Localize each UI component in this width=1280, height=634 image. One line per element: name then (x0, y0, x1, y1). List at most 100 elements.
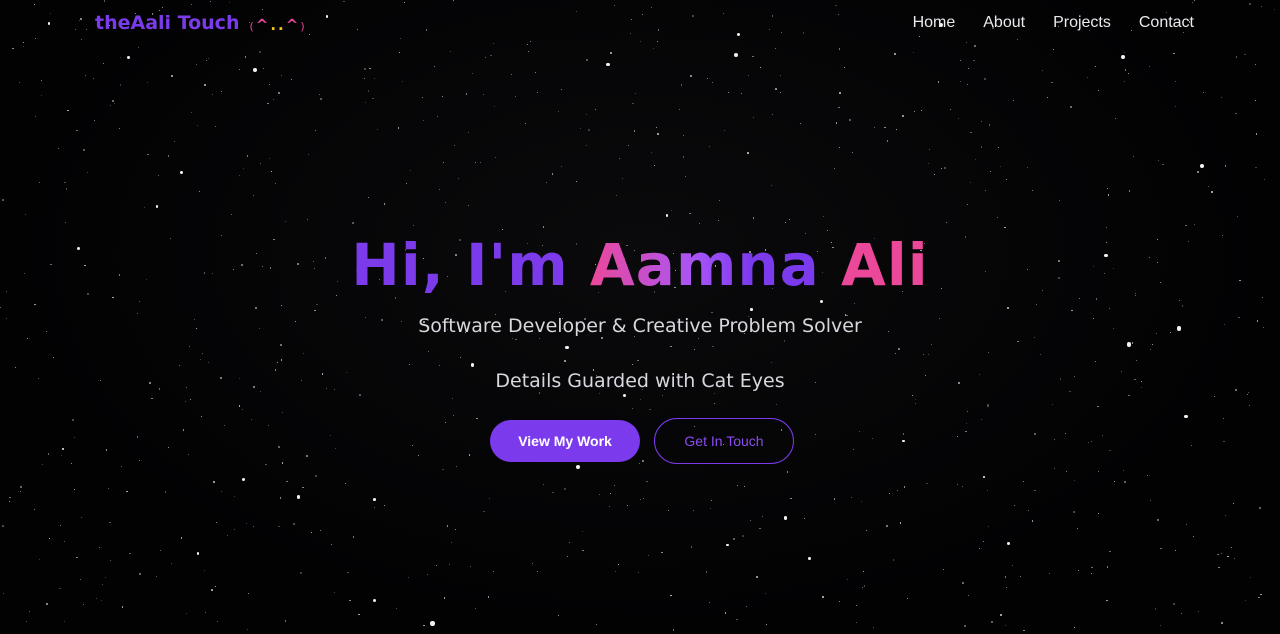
cta-buttons: View My Work Get In Touch (0, 418, 1280, 464)
star (1185, 524, 1187, 526)
star (839, 146, 840, 148)
star (2, 592, 5, 594)
cat-face-icon: (^..^) (249, 16, 306, 34)
star (206, 59, 207, 61)
star (1012, 564, 1013, 566)
nav-link-projects[interactable]: Projects (1053, 14, 1111, 32)
star (198, 190, 200, 192)
star (268, 84, 270, 86)
star (38, 182, 40, 184)
star (670, 594, 672, 597)
star (307, 154, 309, 156)
star (949, 108, 952, 111)
star (708, 601, 711, 603)
star (961, 486, 963, 487)
nav-link-about[interactable]: About (983, 14, 1025, 32)
star (118, 127, 121, 130)
nav-link-home[interactable]: Home (913, 14, 956, 32)
star (443, 597, 446, 599)
star (1255, 133, 1257, 135)
star (855, 605, 857, 607)
star (433, 66, 435, 68)
star (277, 525, 280, 528)
view-my-work-button[interactable]: View My Work (490, 420, 640, 462)
star (1065, 470, 1068, 473)
star (944, 167, 946, 169)
star (634, 93, 637, 95)
star (959, 60, 961, 62)
star (1235, 56, 1237, 58)
star (330, 544, 332, 545)
star (1046, 96, 1049, 99)
star (536, 92, 538, 93)
star (372, 98, 374, 100)
star (771, 113, 773, 115)
star (726, 543, 729, 547)
star (33, 508, 35, 510)
star (1255, 166, 1257, 169)
star (560, 88, 562, 90)
star (1005, 179, 1008, 181)
star (904, 486, 906, 488)
star (1124, 481, 1126, 483)
nav-link-contact[interactable]: Contact (1139, 14, 1194, 32)
star (928, 148, 930, 150)
star (215, 521, 217, 523)
star (469, 565, 471, 567)
star (109, 559, 112, 561)
star (1077, 527, 1079, 529)
star (894, 53, 896, 55)
star (83, 149, 85, 151)
star (248, 593, 249, 595)
star (465, 93, 468, 95)
star (839, 92, 841, 94)
star (991, 621, 993, 623)
star (63, 541, 65, 543)
star (999, 166, 1002, 168)
star (458, 178, 460, 180)
star (74, 488, 75, 490)
star (967, 203, 968, 205)
star (884, 126, 886, 129)
star (608, 505, 610, 507)
star (384, 504, 385, 506)
logo[interactable]: theAali Touch (^..^) (95, 12, 307, 34)
star (967, 67, 970, 70)
star (552, 491, 554, 494)
star (1073, 626, 1075, 628)
star (975, 158, 976, 160)
star (753, 116, 755, 118)
star (933, 173, 935, 175)
get-in-touch-button[interactable]: Get In Touch (654, 418, 794, 464)
star (318, 93, 320, 95)
star (1236, 215, 1238, 218)
star (1106, 187, 1109, 190)
star (483, 510, 485, 513)
star (348, 599, 351, 602)
star (966, 84, 968, 86)
star (1124, 52, 1125, 53)
star (595, 624, 597, 625)
hero-greeting: Hi, I'm (351, 231, 569, 299)
star (472, 72, 474, 75)
star (233, 529, 235, 531)
star (551, 173, 554, 175)
star (1032, 520, 1034, 522)
star (673, 629, 675, 631)
star (143, 206, 145, 208)
star (423, 120, 425, 122)
star (426, 573, 428, 576)
star (319, 529, 321, 531)
star (1259, 507, 1261, 509)
star (863, 585, 866, 588)
star (367, 90, 370, 92)
star (437, 115, 439, 117)
star (113, 102, 115, 104)
star (296, 495, 301, 499)
star (1264, 178, 1266, 180)
star (938, 81, 940, 83)
star (838, 48, 841, 50)
star (314, 129, 316, 132)
star (1107, 194, 1110, 196)
star (536, 571, 538, 573)
